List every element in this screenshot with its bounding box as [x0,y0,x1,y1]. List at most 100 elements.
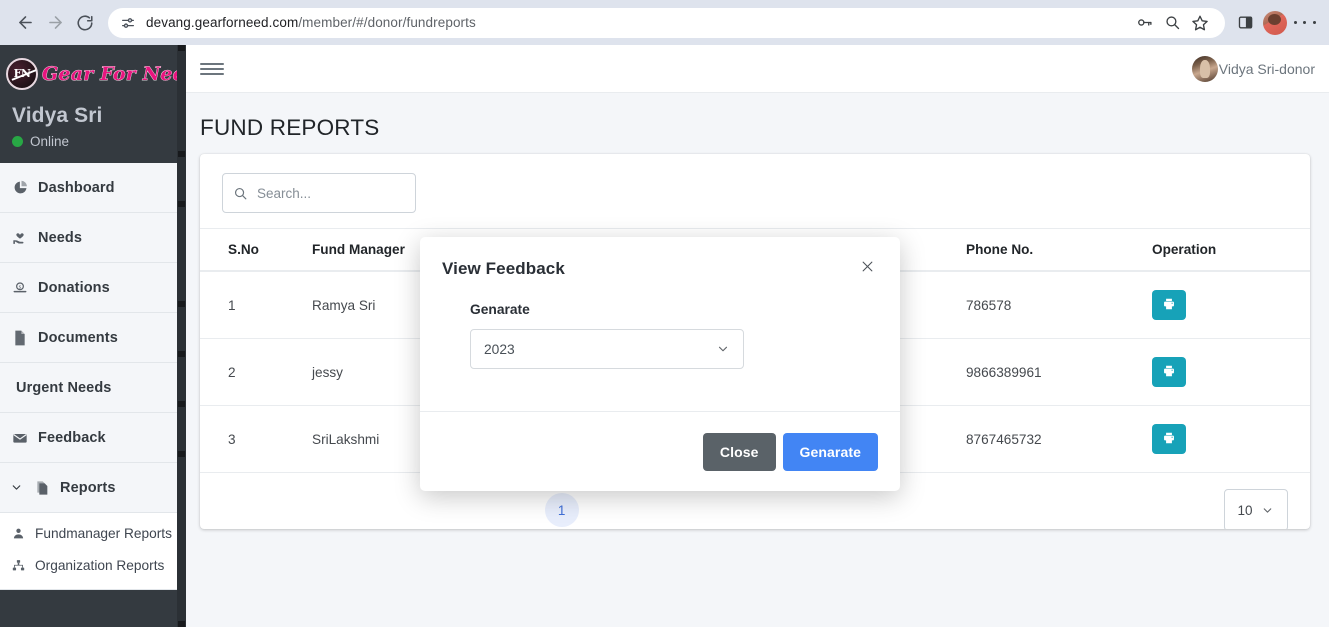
url-text: devang.gearforneed.com/member/#/donor/fu… [146,15,476,30]
sidebar-item-donations[interactable]: $ Donations [0,263,186,313]
url-path: /member/#/donor/fundreports [298,15,476,30]
password-key-icon[interactable] [1131,10,1157,36]
generate-field-label: Genarate [470,302,530,317]
pagination: 1 [544,493,579,527]
profile-avatar-icon[interactable] [1263,10,1287,35]
per-page-select[interactable]: 10 [1223,489,1288,529]
back-button[interactable] [10,8,40,38]
chrome-menu-icon[interactable] [1291,9,1319,37]
view-feedback-modal: View Feedback Genarate 2023 Close Genara… [420,237,900,491]
brand-name: Gear For Need [42,62,186,85]
chrome-right-actions [1231,9,1319,37]
cell-sno: 3 [200,405,312,473]
brand-logo-icon: FN [6,57,38,90]
back-arrow-icon [16,13,35,32]
cell-operation [1152,271,1310,339]
url-host: devang.gearforneed.com [146,15,299,30]
print-icon [1162,297,1176,314]
modal-generate-button[interactable]: Genarate [782,432,878,471]
sidebar-item-needs[interactable]: Needs [0,213,186,263]
close-x-icon [860,259,875,279]
forward-button[interactable] [40,8,70,38]
sidebar-label-donations: Donations [38,279,110,296]
page-title: FUND REPORTS [200,115,380,140]
modal-header: View Feedback [420,237,900,280]
modal-title: View Feedback [442,259,565,278]
sidebar-item-urgent-needs[interactable]: Urgent Needs [0,363,186,413]
hamburger-menu-icon[interactable] [200,57,224,81]
address-bar[interactable]: devang.gearforneed.com/member/#/donor/fu… [108,7,1225,38]
cell-phone: 786578 [966,271,1152,339]
cell-phone: 9866389961 [966,338,1152,406]
side-panel-icon[interactable] [1231,9,1259,37]
pie-chart-icon [10,180,30,195]
modal-body: Genarate 2023 [420,280,900,369]
cell-operation [1152,338,1310,406]
sidebar-label-urgent-needs: Urgent Needs [16,379,112,396]
print-icon [1162,364,1176,381]
chevron-down-icon [716,342,730,356]
modal-close-button[interactable]: Close [702,432,776,471]
sidebar-label-dashboard: Dashboard [38,179,115,196]
per-page-value: 10 [1237,502,1253,518]
sidebar-label-organization-reports: Organization Reports [35,557,165,573]
brand-header[interactable]: FN Gear For Need [0,45,186,102]
print-icon [1162,431,1176,448]
sidebar-label-fundmanager-reports: Fundmanager Reports [35,525,172,541]
chevron-down-icon [1261,504,1274,517]
brand-initials: FN [13,67,31,80]
copy-files-icon [32,480,52,496]
search-input[interactable]: Search... [222,173,416,213]
sidebar-label-feedback: Feedback [38,429,106,446]
print-button[interactable] [1152,290,1186,320]
online-status-dot-icon [12,136,23,147]
sidebar-user-name: Vidya Sri [12,104,103,127]
avatar [1191,55,1218,82]
zoom-search-icon[interactable] [1159,10,1185,36]
omnibox-actions [1123,10,1213,36]
site-settings-icon[interactable] [120,15,136,31]
sidebar-item-feedback[interactable]: Feedback [0,413,186,463]
browser-toolbar: devang.gearforneed.com/member/#/donor/fu… [0,0,1329,45]
chevron-down-icon [10,481,24,494]
reload-icon [76,14,94,32]
sitemap-icon [10,559,26,572]
envelope-icon [10,430,30,446]
cell-phone: 8767465732 [966,405,1152,473]
navbar-user-label: Vidya Sri-donor [1218,60,1315,77]
column-header-sno[interactable]: S.No [200,228,312,272]
close-button[interactable] [856,258,878,280]
sidebar-scrollbar[interactable] [177,45,186,627]
user-person-icon [10,527,26,540]
sidebar-item-fundmanager-reports[interactable]: Fundmanager Reports [0,517,186,549]
sidebar-item-reports[interactable]: Reports [0,463,186,513]
sidebar-item-dashboard[interactable]: Dashboard [0,163,186,213]
print-button[interactable] [1152,357,1186,387]
navbar-user[interactable]: Vidya Sri-donor [1191,55,1315,82]
sidebar-user-status: Online [12,134,174,149]
search-placeholder: Search... [257,185,312,201]
sidebar-item-organization-reports[interactable]: Organization Reports [0,549,186,581]
sidebar-nav: Dashboard Needs $ Donations Documents Ur… [0,163,186,590]
document-file-icon [10,330,30,346]
sidebar: FN Gear For Need Vidya Sri Online Dashbo… [0,45,186,627]
year-select[interactable]: 2023 [470,329,744,369]
sidebar-reports-submenu: Fundmanager Reports Organization Reports [0,513,186,590]
sidebar-label-documents: Documents [38,329,118,346]
column-header-phone[interactable]: Phone No. [966,228,1152,272]
print-button[interactable] [1152,424,1186,454]
search-icon [233,186,248,201]
cell-sno: 2 [200,338,312,406]
column-header-operation[interactable]: Operation [1152,228,1310,272]
pagination-page-1[interactable]: 1 [544,493,579,527]
cell-sno: 1 [200,271,312,339]
hand-heart-icon [10,230,30,246]
modal-footer: Close Genarate [420,411,900,491]
bookmark-star-icon[interactable] [1187,10,1213,36]
sidebar-label-needs: Needs [38,229,83,246]
donate-money-icon: $ [10,280,30,296]
sidebar-item-documents[interactable]: Documents [0,313,186,363]
sidebar-user-block: Vidya Sri Online [0,102,186,163]
reload-button[interactable] [70,8,100,38]
svg-text:$: $ [19,284,22,290]
